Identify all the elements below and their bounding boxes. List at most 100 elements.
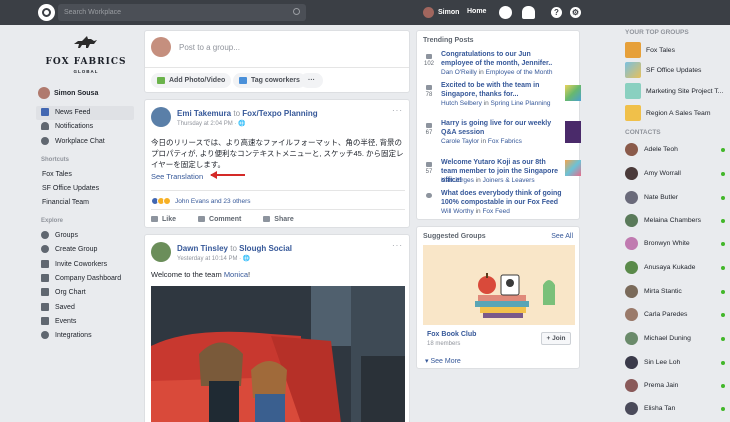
like-button[interactable]: Like	[151, 216, 176, 223]
group-name[interactable]: Fox Book Club	[427, 331, 476, 338]
contact-item[interactable]: Adele Teoh	[625, 143, 725, 156]
chat-icon[interactable]	[499, 6, 512, 19]
shortcut-fox-tales[interactable]: Fox Tales	[42, 171, 72, 178]
byline-author[interactable]: Hutch Selbery	[441, 100, 482, 107]
nav-item-notifications[interactable]: Notifications	[41, 122, 93, 130]
trending-item[interactable]: 102 Congratulations to our Jun employee …	[423, 50, 579, 80]
company-logo[interactable]: FOX FABRICS GLOBAL	[38, 31, 134, 79]
welcome-punct: !	[248, 270, 251, 279]
post-timestamp[interactable]: Yesterday at 10:14 PM · 🌐	[177, 255, 250, 262]
right-sidebar: YOUR TOP GROUPS Fox Tales SF Office Upda…	[619, 25, 730, 422]
settings-icon[interactable]: ⚙	[570, 7, 581, 18]
byline-group[interactable]: Fox Fabrics	[488, 138, 522, 145]
workplace-logo-icon[interactable]	[38, 4, 55, 21]
see-all-link[interactable]: See All	[551, 233, 573, 240]
comment-button[interactable]: Comment	[198, 216, 241, 223]
byline-group[interactable]: Fox Feed	[482, 208, 509, 215]
byline-group[interactable]: Spring Line Planning	[491, 100, 551, 107]
byline-group[interactable]: Joiners & Leavers	[483, 177, 535, 184]
nav-label: News Feed	[55, 108, 91, 116]
reactions-summary[interactable]: John Evans and 23 others	[151, 197, 251, 205]
contact-item[interactable]: Anusaya Kukade	[625, 261, 725, 274]
composer-input[interactable]: Post to a group...	[179, 43, 240, 52]
contact-item[interactable]: Nate Butler	[625, 191, 725, 204]
post-timestamp[interactable]: Thursday at 2:04 PM · 🌐	[177, 120, 246, 127]
trending-post-title[interactable]: What does everybody think of going 100% …	[441, 189, 579, 207]
byline-author[interactable]: Carole Taylor	[441, 138, 479, 145]
nav-item-saved[interactable]: Saved	[41, 303, 75, 311]
contact-item[interactable]: Mirta Stantic	[625, 285, 725, 298]
trending-item[interactable]: 57 Welcome Yutaro Koji as our 8th team m…	[423, 158, 581, 188]
trending-post-title[interactable]: Excited to be with the team in Singapore…	[441, 81, 563, 99]
trending-byline: Dan O'Reilly in Employee of the Month	[441, 69, 581, 76]
post-group[interactable]: Slough Social	[239, 244, 292, 253]
byline-group[interactable]: Employee of the Month	[486, 69, 553, 76]
nav-item-events[interactable]: Events	[41, 317, 76, 325]
contact-item[interactable]: Sin Lee Loh	[625, 356, 725, 369]
help-icon[interactable]: ?	[551, 7, 562, 18]
contact-item[interactable]: Prema Jain	[625, 379, 725, 392]
nav-item-company-dashboard[interactable]: Company Dashboard	[41, 274, 121, 282]
contact-item[interactable]: Melaina Chambers	[625, 214, 725, 227]
trending-item[interactable]: 67 Harry is going live for our weekly Q&…	[423, 119, 581, 155]
nav-item-integrations[interactable]: Integrations	[41, 331, 92, 339]
nav-item-invite-coworkers[interactable]: Invite Coworkers	[41, 260, 107, 268]
search-placeholder: Search Workplace	[64, 9, 122, 16]
avatar[interactable]	[151, 107, 171, 127]
trending-item[interactable]: What does everybody think of going 100% …	[423, 189, 579, 219]
to-text: to	[233, 109, 241, 118]
group-cover-image[interactable]	[423, 245, 575, 325]
thumbs-up-icon	[426, 123, 432, 128]
byline-author[interactable]: Will Worthy	[441, 208, 474, 215]
avatar[interactable]	[151, 242, 171, 262]
nav-item-create-group[interactable]: Create Group	[41, 245, 97, 253]
see-translation-link[interactable]: See Translation	[151, 172, 203, 181]
trending-item[interactable]: 78 Excited to be with the team in Singap…	[423, 81, 581, 117]
home-link[interactable]: Home	[467, 8, 486, 15]
avatar	[625, 402, 638, 415]
contact-item[interactable]: Amy Worrall	[625, 167, 725, 180]
mention-link[interactable]: Monica	[224, 270, 248, 279]
thumbs-up-icon	[426, 85, 432, 90]
contact-item[interactable]: Carla Paredes	[625, 308, 725, 321]
byline-author[interactable]: Karl Jörges	[441, 177, 474, 184]
tag-coworkers-button[interactable]: Tag coworkers	[233, 73, 306, 88]
reactions-text: John Evans and 23 others	[175, 197, 251, 205]
add-photo-button[interactable]: Add Photo/Video	[151, 73, 232, 88]
more-button[interactable]: ···	[300, 73, 323, 88]
top-group-item[interactable]: Fox Tales	[625, 42, 675, 58]
online-indicator-icon	[721, 406, 725, 411]
nav-item-groups[interactable]: Groups	[41, 231, 78, 239]
profile-link[interactable]: Simon	[423, 6, 459, 19]
group-icon	[625, 42, 641, 58]
top-group-item[interactable]: Region A Sales Team	[625, 105, 711, 121]
shortcut-financial-team[interactable]: Financial Team	[42, 199, 89, 206]
post-group[interactable]: Fox/Texpo Planning	[242, 109, 317, 118]
contact-item[interactable]: Michael Duning	[625, 332, 725, 345]
shortcut-sf-office-updates[interactable]: SF Office Updates	[42, 185, 99, 192]
group-icon	[625, 62, 641, 78]
nav-item-org-chart[interactable]: Org Chart	[41, 288, 86, 296]
search-input[interactable]: Search Workplace	[58, 4, 306, 21]
group-icon	[625, 83, 641, 99]
avatar	[38, 87, 50, 99]
nav-item-news-feed[interactable]: News Feed	[41, 108, 90, 116]
join-group-button[interactable]: + Join	[541, 332, 571, 345]
see-more-link[interactable]: ▾ See More	[425, 357, 461, 365]
trending-post-title[interactable]: Harry is going live for our weekly Q&A s…	[441, 119, 563, 137]
contact-item[interactable]: Bronwyn White	[625, 237, 725, 250]
contact-item[interactable]: Elisha Tan	[625, 402, 725, 415]
nav-item-workplace-chat[interactable]: Workplace Chat	[41, 137, 105, 145]
top-group-item[interactable]: Marketing Site Project T...	[625, 83, 723, 99]
top-group-item[interactable]: SF Office Updates	[625, 62, 701, 78]
post-author[interactable]: Dawn Tinsley	[177, 244, 228, 253]
post-options-button[interactable]: ···	[392, 241, 403, 250]
byline-author[interactable]: Dan O'Reilly	[441, 69, 477, 76]
user-profile-link[interactable]: Simon Sousa	[38, 87, 98, 99]
post-author[interactable]: Emi Takemura	[177, 109, 231, 118]
share-button[interactable]: Share	[263, 216, 294, 223]
bell-icon[interactable]	[522, 6, 535, 19]
post-photo[interactable]	[151, 286, 405, 422]
post-options-button[interactable]: ···	[392, 106, 403, 115]
trending-post-title[interactable]: Congratulations to our Jun employee of t…	[441, 50, 563, 68]
